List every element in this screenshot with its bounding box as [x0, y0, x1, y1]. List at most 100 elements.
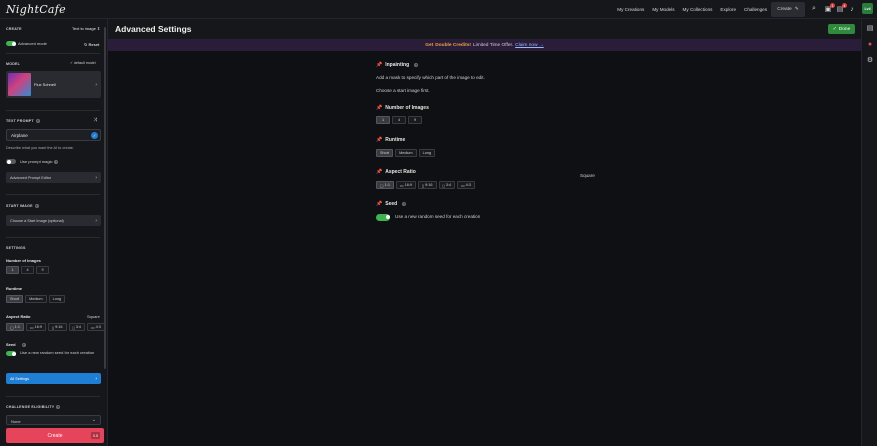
- pin-icon[interactable]: 📌: [376, 137, 382, 143]
- runtime-option[interactable]: Short: [6, 295, 24, 303]
- start-image-button[interactable]: Choose a Start Image (optional) ›: [6, 215, 101, 226]
- model-name: Flux Schnell: [34, 82, 56, 87]
- nav-my-collections[interactable]: My Collections: [683, 7, 713, 12]
- claim-now-link[interactable]: Claim now →: [515, 43, 544, 48]
- random-seed-toggle[interactable]: [376, 214, 390, 221]
- aspect-option-16-9[interactable]: ▭ 16:9: [25, 323, 46, 331]
- runtime-selector: Short Medium Long: [6, 295, 66, 303]
- inpainting-section: 📌 Inpainting?: [376, 62, 419, 68]
- aspect-option-16-9[interactable]: ▭ 16:9: [395, 181, 416, 189]
- runtime-option[interactable]: Short: [376, 149, 394, 157]
- all-settings-button[interactable]: All Settings ›: [6, 373, 101, 384]
- check-icon: ✓: [70, 61, 74, 65]
- model-card[interactable]: Flux Schnell ›: [6, 71, 101, 98]
- challenge-select-value: None: [11, 418, 21, 424]
- portrait-icon: ▯: [51, 325, 55, 330]
- messages-badge: 1: [830, 3, 835, 8]
- community-icon[interactable]: ●: [866, 40, 874, 48]
- aspect-option-9-16[interactable]: ▯ 9:16: [417, 181, 437, 189]
- nav-explore[interactable]: Explore: [720, 7, 736, 12]
- aspect-option-4-3[interactable]: ▭ 4:3: [456, 181, 475, 189]
- search-icon[interactable]: ⌕: [810, 5, 818, 13]
- runtime-option[interactable]: Medium: [395, 149, 417, 157]
- advanced-settings-panel: Advanced Settings ✓ Done Get Double Credi…: [108, 19, 861, 446]
- advanced-mode-toggle[interactable]: [6, 41, 16, 46]
- pin-icon[interactable]: 📌: [376, 201, 382, 207]
- prompt-valid-icon: ✓: [91, 132, 98, 139]
- messages-icon[interactable]: ▣ 1: [824, 3, 835, 13]
- settings-title: SETTINGS: [6, 246, 26, 250]
- nav-challenges[interactable]: Challenges: [744, 7, 767, 12]
- user-avatar[interactable]: Lv4: [862, 3, 873, 14]
- help-icon[interactable]: ?: [402, 202, 407, 206]
- aspect-option-3-4[interactable]: ▯ 3:4: [438, 181, 455, 189]
- create-top-label: Create: [777, 7, 792, 12]
- sidebar-scrollbar[interactable]: [104, 27, 106, 369]
- num-images-option[interactable]: 1: [6, 266, 19, 274]
- bell-icon[interactable]: ♪: [848, 5, 856, 13]
- aspect-option-label: 16:9: [34, 325, 42, 329]
- create-top-button[interactable]: Create ✎: [771, 2, 805, 17]
- portrait-icon: ▯: [72, 325, 75, 330]
- brand-logo[interactable]: NightCafe: [6, 3, 66, 16]
- divider: [6, 194, 100, 195]
- check-icon: ✓: [832, 26, 837, 32]
- default-model-link[interactable]: ✓ default model: [70, 61, 96, 65]
- help-icon[interactable]: ?: [56, 405, 61, 410]
- shuffle-icon[interactable]: ⤨: [93, 117, 97, 123]
- mode-select[interactable]: Text to image ⇕: [72, 26, 100, 31]
- num-images-option[interactable]: 1: [376, 116, 390, 124]
- gallery-icon[interactable]: ▤: [866, 24, 874, 32]
- aspect-option-label: 16:9: [404, 183, 412, 187]
- create-button-label: Create: [47, 432, 63, 439]
- nav-my-creations[interactable]: My Creations: [617, 7, 644, 12]
- help-icon[interactable]: ?: [21, 342, 26, 347]
- advanced-prompt-editor-label: Advanced Prompt Editor: [10, 175, 52, 180]
- done-button[interactable]: ✓ Done: [828, 24, 855, 34]
- portrait-icon: ▯: [421, 183, 425, 188]
- runtime-option[interactable]: Long: [418, 149, 436, 157]
- help-icon[interactable]: ?: [54, 159, 59, 164]
- runtime-option[interactable]: Long: [48, 295, 66, 303]
- pin-icon[interactable]: 📌: [376, 169, 382, 175]
- help-icon[interactable]: ?: [414, 63, 419, 67]
- aspect-option-4-3[interactable]: ▭ 4:3: [86, 323, 105, 331]
- aspect-option-9-16[interactable]: ▯ 9:16: [47, 323, 67, 331]
- num-images-option[interactable]: 4: [21, 266, 34, 274]
- num-images-option[interactable]: 9: [36, 266, 49, 274]
- runtime-option[interactable]: Medium: [25, 295, 47, 303]
- start-image-title-text: START IMAGE: [6, 204, 33, 208]
- gear-icon[interactable]: ⚙: [866, 56, 874, 64]
- landscape-icon: ▭: [399, 183, 404, 188]
- help-icon[interactable]: ?: [34, 204, 39, 209]
- pin-icon[interactable]: 📌: [376, 62, 382, 68]
- chevron-right-icon: ›: [95, 217, 97, 224]
- prompt-magic-text: Use prompt magic: [20, 159, 53, 164]
- inbox-icon[interactable]: ▤ 4: [836, 3, 847, 13]
- aspect-ratio-label: Aspect Ratio: [6, 314, 31, 319]
- aspect-ratio-value: Square: [580, 173, 595, 178]
- num-images-section: 📌 Number of Images: [376, 105, 429, 111]
- model-section-title: MODEL: [6, 62, 20, 66]
- aspect-option-1-1[interactable]: ▢ 1:1: [376, 181, 394, 189]
- num-images-option[interactable]: 9: [408, 116, 422, 124]
- random-seed-toggle[interactable]: [6, 351, 16, 356]
- pin-icon[interactable]: 📌: [376, 105, 382, 111]
- chevron-right-icon: ›: [95, 375, 97, 382]
- inpainting-label: Inpainting: [385, 62, 410, 68]
- help-icon[interactable]: ?: [35, 119, 40, 124]
- reset-button[interactable]: ↻ Reset: [84, 42, 99, 47]
- challenge-select[interactable]: None ⌄: [6, 415, 101, 425]
- nav-my-models[interactable]: My Models: [652, 7, 674, 12]
- seed-label: Seed?: [6, 342, 26, 347]
- aspect-option-label: 3:4: [75, 325, 81, 329]
- aspect-option-3-4[interactable]: ▯ 3:4: [68, 323, 85, 331]
- square-icon: ▢: [10, 325, 14, 330]
- advanced-prompt-editor-button[interactable]: Advanced Prompt Editor ›: [6, 172, 101, 183]
- prompt-input[interactable]: Airplane ✓: [6, 129, 101, 141]
- aspect-option-1-1[interactable]: ▢ 1:1: [6, 323, 24, 331]
- prompt-magic-toggle[interactable]: [6, 159, 16, 164]
- aspect-option-label: 4:3: [95, 325, 101, 329]
- num-images-option[interactable]: 4: [392, 116, 406, 124]
- create-button[interactable]: Create 0.5: [6, 428, 104, 443]
